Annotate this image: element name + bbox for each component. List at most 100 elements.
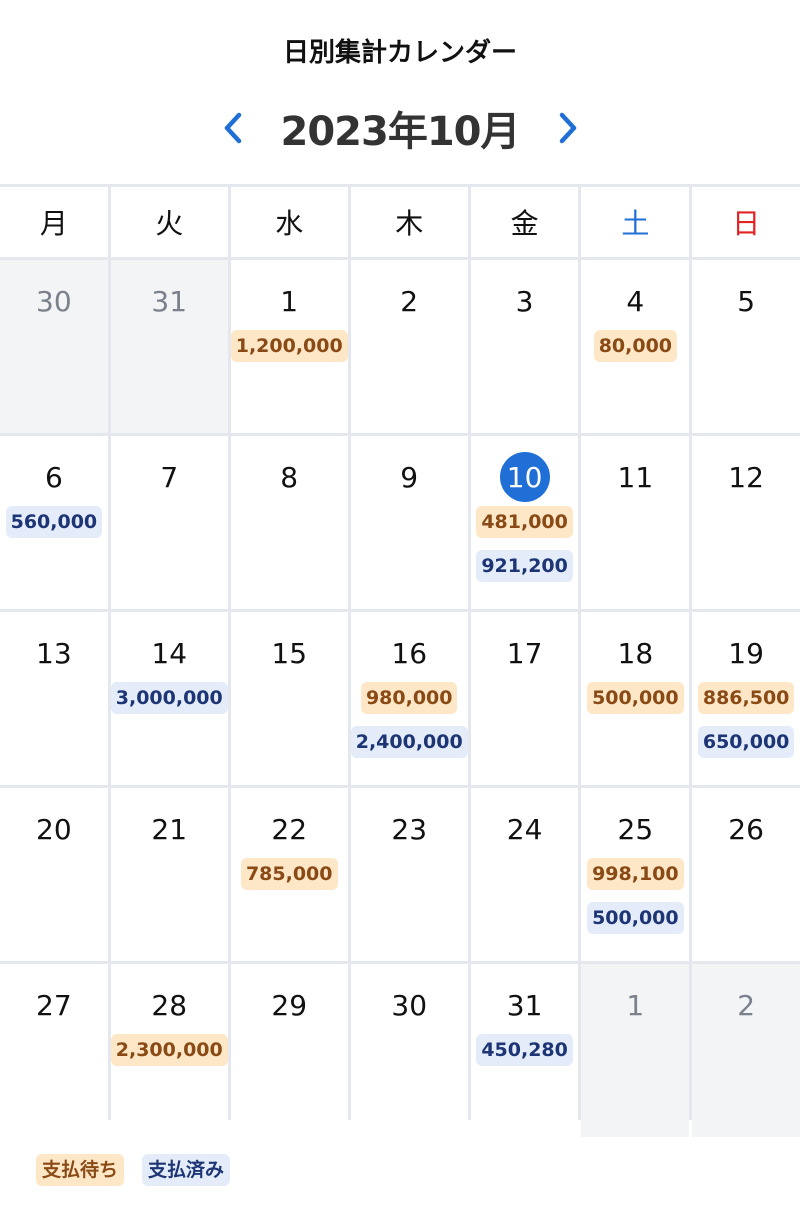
legend-paid-badge: 支払済み (142, 1154, 231, 1186)
calendar-day[interactable]: 13 (0, 612, 108, 785)
calendar-day[interactable]: 1 1,200,000 (230, 260, 348, 433)
page-title: 日別集計カレンダー (282, 38, 517, 68)
pending-amount-badge: 481,000 (476, 506, 573, 538)
calendar-day-other-month[interactable]: 1 (581, 964, 690, 1137)
day-number: 24 (506, 812, 543, 846)
paid-amount-badge: 560,000 (5, 506, 103, 538)
day-number: 21 (151, 812, 188, 846)
calendar-day[interactable]: 12 (692, 436, 800, 609)
day-number: 14 (151, 636, 188, 670)
calendar-day[interactable]: 11 (581, 436, 690, 609)
day-number: 4 (626, 284, 645, 318)
calendar-day[interactable]: 17 (470, 612, 579, 785)
pending-amount-badge: 80,000 (593, 330, 678, 362)
today-day-number: 10 (499, 452, 550, 502)
calendar-day[interactable]: 21 (110, 788, 228, 961)
day-number: 27 (36, 988, 72, 1022)
day-number: 15 (271, 636, 308, 670)
calendar-day[interactable]: 5 (692, 260, 800, 433)
day-number: 25 (617, 812, 654, 846)
pending-amount-badge: 1,200,000 (230, 330, 348, 362)
pending-amount-badge: 500,000 (587, 682, 684, 714)
calendar-day[interactable]: 4 80,000 (581, 260, 690, 433)
calendar-day[interactable]: 10 481,000 921,200 (470, 436, 579, 609)
prev-month-button[interactable] (213, 108, 253, 148)
calendar-day[interactable]: 27 (0, 964, 108, 1137)
calendar-day[interactable]: 30 (350, 964, 468, 1137)
calendar-day[interactable]: 9 (350, 436, 468, 609)
calendar-day[interactable]: 20 (0, 788, 108, 961)
calendar-day[interactable]: 3 (470, 260, 579, 433)
calendar-day[interactable]: 25 998,100 500,000 (581, 788, 690, 961)
day-number: 17 (506, 636, 543, 670)
calendar-day[interactable]: 7 (110, 436, 228, 609)
pending-amount-badge: 886,500 (697, 682, 795, 714)
calendar-day-other-month[interactable]: 31 (110, 260, 228, 433)
day-number: 7 (160, 460, 179, 494)
calendar-day[interactable]: 22 785,000 (230, 788, 348, 961)
weekday-header: 土 (581, 187, 690, 257)
day-number: 28 (151, 988, 188, 1022)
weekday-header: 金 (470, 187, 579, 257)
paid-amount-badge: 650,000 (697, 726, 795, 758)
day-number: 12 (728, 460, 764, 494)
current-month-label: 2023年10月 (280, 109, 521, 155)
calendar-day-other-month[interactable]: 30 (0, 260, 108, 433)
chevron-left-icon (224, 112, 241, 144)
day-number: 29 (271, 988, 308, 1022)
calendar-day[interactable]: 19 886,500 650,000 (692, 612, 800, 785)
calendar-day[interactable]: 24 (470, 788, 579, 961)
calendar-day[interactable]: 29 (230, 964, 348, 1137)
paid-amount-badge: 450,280 (476, 1034, 573, 1066)
calendar-day[interactable]: 31 450,280 (470, 964, 579, 1137)
paid-amount-badge: 500,000 (587, 902, 684, 934)
chevron-right-icon (559, 112, 576, 144)
calendar-day[interactable]: 14 3,000,000 (110, 612, 228, 785)
weekday-header: 日 (692, 187, 800, 257)
calendar-day[interactable]: 28 2,300,000 (110, 964, 228, 1137)
calendar-day[interactable]: 8 (230, 436, 348, 609)
day-number: 11 (617, 460, 654, 494)
day-number: 3 (515, 284, 534, 318)
day-number: 22 (271, 812, 308, 846)
day-number: 2 (737, 988, 756, 1022)
weekday-header: 木 (350, 187, 468, 257)
day-number: 13 (36, 636, 72, 670)
paid-amount-badge: 3,000,000 (110, 682, 228, 714)
pending-amount-badge: 785,000 (240, 858, 338, 890)
day-number: 16 (391, 636, 428, 670)
pending-amount-badge: 998,100 (587, 858, 684, 890)
day-number: 2 (400, 284, 419, 318)
calendar-day[interactable]: 26 (692, 788, 800, 961)
calendar-day[interactable]: 18 500,000 (581, 612, 690, 785)
paid-amount-badge: 921,200 (476, 550, 573, 582)
calendar-day[interactable]: 6 560,000 (0, 436, 108, 609)
day-number: 1 (626, 988, 645, 1022)
day-number: 26 (728, 812, 764, 846)
calendar-grid: 月火水木金土日 30 31 1 1,200,000 2 3 4 80,000 5 6 560,000 7… (0, 184, 800, 1137)
day-number: 5 (737, 284, 756, 318)
weekday-header: 月 (0, 187, 108, 257)
day-number: 30 (36, 284, 72, 318)
day-number: 19 (728, 636, 764, 670)
calendar-day-other-month[interactable]: 2 (692, 964, 800, 1137)
weekday-header: 水 (230, 187, 348, 257)
pending-amount-badge: 980,000 (360, 682, 458, 714)
calendar-day[interactable]: 23 (350, 788, 468, 961)
calendar-day[interactable]: 15 (230, 612, 348, 785)
day-number: 20 (36, 812, 72, 846)
month-navigation: 2023年10月 (0, 98, 800, 158)
day-number: 6 (44, 460, 63, 494)
weekday-header: 火 (110, 187, 228, 257)
pending-amount-badge: 2,300,000 (110, 1034, 228, 1066)
day-number: 30 (391, 988, 428, 1022)
calendar-day[interactable]: 16 980,000 2,400,000 (350, 612, 468, 785)
legend: 支払待ち 支払済み (36, 1154, 231, 1186)
calendar-day[interactable]: 2 (350, 260, 468, 433)
legend-pending-badge: 支払待ち (36, 1154, 125, 1186)
day-number: 31 (506, 988, 543, 1022)
paid-amount-badge: 2,400,000 (350, 726, 468, 758)
next-month-button[interactable] (548, 108, 588, 148)
day-number: 1 (280, 284, 299, 318)
day-number: 18 (617, 636, 654, 670)
